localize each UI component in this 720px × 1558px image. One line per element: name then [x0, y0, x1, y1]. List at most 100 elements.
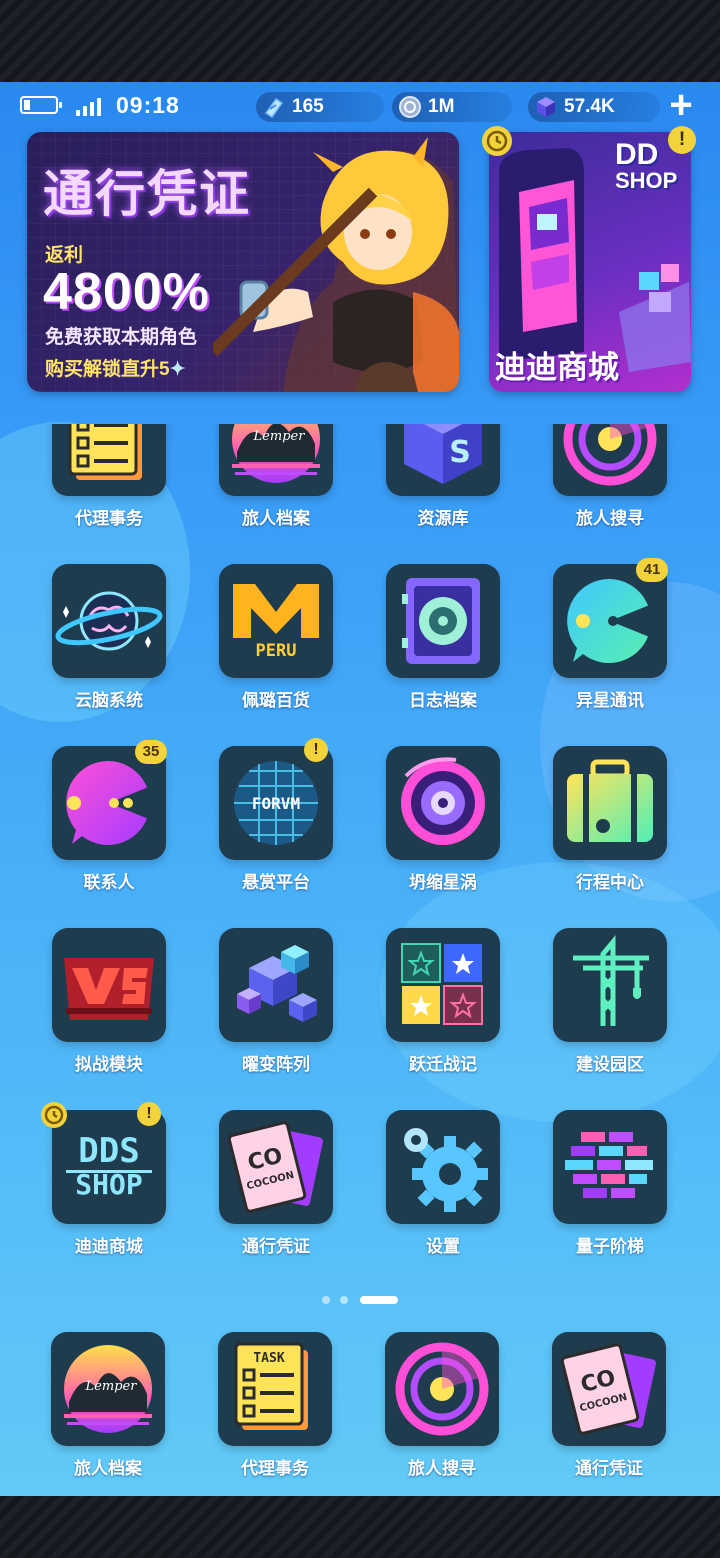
forum-disco-icon: FORVM	[234, 761, 318, 845]
app-label: 建设园区	[576, 1055, 644, 1074]
quantum-bricks-icon	[565, 1132, 653, 1198]
app-label: 异星通讯	[576, 691, 644, 710]
app-label: 迪迪商城	[75, 1237, 143, 1256]
timer-clock-icon	[482, 126, 512, 156]
app-label: 量子阶梯	[576, 1237, 644, 1256]
dock-app-radar[interactable]: 旅人搜寻	[376, 1332, 506, 1478]
battle-pass-banner[interactable]: 通行凭证 返利 4800% 免费获取本期角色 购买解锁直升5✦	[27, 132, 459, 392]
svg-text:PERU: PERU	[256, 641, 297, 661]
unread-count-badge: 41	[636, 558, 668, 582]
svg-text:Lemper: Lemper	[253, 429, 306, 444]
banner-line-1: 免费获取本期角色	[45, 327, 198, 348]
app-label: 代理事务	[241, 1459, 309, 1478]
grid-app-suitcase[interactable]: 行程中心	[544, 746, 674, 892]
app-tile[interactable]	[553, 928, 667, 1042]
grid-app-brain-planet[interactable]: 云脑系统	[43, 564, 173, 710]
grid-app-chat-pacman[interactable]: 异星通讯 41	[544, 558, 674, 710]
cube-gem-icon	[537, 97, 555, 117]
coin-counter[interactable]: 1M	[392, 92, 512, 122]
app-tile[interactable]: Lemper	[51, 1332, 165, 1446]
log-disk-icon	[402, 578, 480, 664]
page-dot[interactable]	[322, 1296, 330, 1304]
app-tile[interactable]	[553, 746, 667, 860]
suitcase-icon	[567, 759, 653, 842]
sparkle-icon: ✦	[169, 359, 186, 380]
app-tile[interactable]	[386, 564, 500, 678]
app-tile[interactable]	[553, 1110, 667, 1224]
app-label: 坍缩星涡	[409, 873, 477, 892]
gear-icon	[404, 1128, 488, 1212]
app-tile[interactable]: PERU	[219, 564, 333, 678]
coin-icon	[399, 96, 421, 118]
svg-text:Lemper: Lemper	[85, 1379, 138, 1394]
app-tile[interactable]	[52, 424, 166, 496]
banner-title: 通行凭证	[43, 166, 251, 222]
crystal-shard-icon	[264, 97, 284, 119]
dock-app-lemper-archives[interactable]: Lemper 旅人档案	[42, 1332, 172, 1478]
app-tile[interactable]: S	[386, 424, 500, 496]
crane-icon	[573, 935, 649, 1026]
page-dot-active[interactable]	[360, 1296, 398, 1304]
grid-app-star-grid[interactable]: 跃迁战记	[377, 928, 507, 1074]
grid-app-crane[interactable]: 建设园区	[544, 928, 674, 1074]
gem-counter[interactable]: 57.4K	[528, 92, 660, 122]
app-tile[interactable]	[385, 1332, 499, 1446]
ddshop-icon: DDS SHOP	[66, 1131, 152, 1201]
app-tile[interactable]	[52, 564, 166, 678]
app-label: 佩璐百货	[242, 691, 310, 710]
app-tile[interactable]	[386, 928, 500, 1042]
app-tile[interactable]	[553, 424, 667, 496]
grid-app-gear[interactable]: 设置	[377, 1110, 507, 1256]
app-label: 曜变阵列	[242, 1055, 310, 1074]
svg-text:FORVM: FORVM	[252, 794, 300, 813]
grid-app-quantum-bricks[interactable]: 量子阶梯	[544, 1110, 674, 1256]
home-screen: 09:18 165 1M 57.4K + 通行凭证 返利 4800% 免费获取本…	[0, 82, 720, 1496]
grid-app-peru-logo[interactable]: PERU 佩璐百货	[210, 564, 340, 710]
grid-app-task-list[interactable]: 代理事务	[43, 424, 173, 528]
app-tile[interactable]	[219, 928, 333, 1042]
app-tile[interactable]: DDS SHOP	[52, 1110, 166, 1224]
grid-app-vs-module[interactable]: 拟战模块	[43, 928, 173, 1074]
grid-app-contact-pacman[interactable]: 联系人 35	[43, 740, 173, 892]
grid-app-forum-disco[interactable]: FORVM 悬赏平台!	[210, 738, 340, 892]
app-tile[interactable]: TASK	[218, 1332, 332, 1446]
app-tile[interactable]	[386, 1110, 500, 1224]
app-tile[interactable]	[52, 928, 166, 1042]
app-label: 跃迁战记	[409, 1055, 477, 1074]
dd-shop-banner[interactable]: DD SHOP 迪迪商城	[489, 132, 691, 392]
gem-count: 57.4K	[564, 96, 615, 117]
app-tile[interactable]: CO COCOON	[219, 1110, 333, 1224]
crystal-counter[interactable]: 165	[256, 92, 384, 122]
grid-app-resource-cube[interactable]: S 资源库	[377, 424, 507, 528]
banner-rebate-percent: 4800%	[43, 263, 210, 321]
app-tile[interactable]	[386, 746, 500, 860]
status-bar: 09:18 165 1M 57.4K +	[0, 85, 720, 125]
app-tile[interactable]: CO COCOON	[552, 1332, 666, 1446]
shop-alert-badge: !	[668, 126, 696, 154]
scrolled-row: 代理事务 Lemper 旅人档案 S 资源库 旅人搜寻	[0, 424, 720, 554]
device-frame-top	[0, 0, 720, 82]
app-label: 旅人档案	[74, 1459, 142, 1478]
star-grid-icon	[401, 943, 483, 1025]
cocoon-pass-icon: CO COCOON	[560, 1343, 656, 1435]
page-dot[interactable]	[340, 1296, 348, 1304]
dock-app-cocoon-pass[interactable]: CO COCOON 通行凭证	[543, 1332, 673, 1478]
svg-text:S: S	[449, 435, 471, 470]
cube-array-icon	[237, 945, 317, 1022]
grid-app-ddshop[interactable]: DDS SHOP 迪迪商城!	[43, 1102, 173, 1256]
grid-app-radar[interactable]: 旅人搜寻	[544, 424, 674, 528]
app-tile[interactable]: FORVM	[219, 746, 333, 860]
add-resource-button[interactable]: +	[664, 85, 698, 125]
app-tile[interactable]: Lemper	[219, 424, 333, 496]
app-label: 通行凭证	[242, 1237, 310, 1256]
page-indicator	[322, 1294, 402, 1306]
grid-app-lemper-archives[interactable]: Lemper 旅人档案	[210, 424, 340, 528]
grid-app-cube-array[interactable]: 曜变阵列	[210, 928, 340, 1074]
grid-app-vortex[interactable]: 坍缩星涡	[377, 746, 507, 892]
vs-module-icon	[64, 958, 154, 1020]
app-label: 云脑系统	[75, 691, 143, 710]
dock-app-task-list[interactable]: TASK 代理事务	[209, 1332, 339, 1478]
grid-app-cocoon-pass[interactable]: CO COCOON 通行凭证	[210, 1110, 340, 1256]
app-label: 悬赏平台	[242, 873, 310, 892]
grid-app-log-disk[interactable]: 日志档案	[377, 564, 507, 710]
